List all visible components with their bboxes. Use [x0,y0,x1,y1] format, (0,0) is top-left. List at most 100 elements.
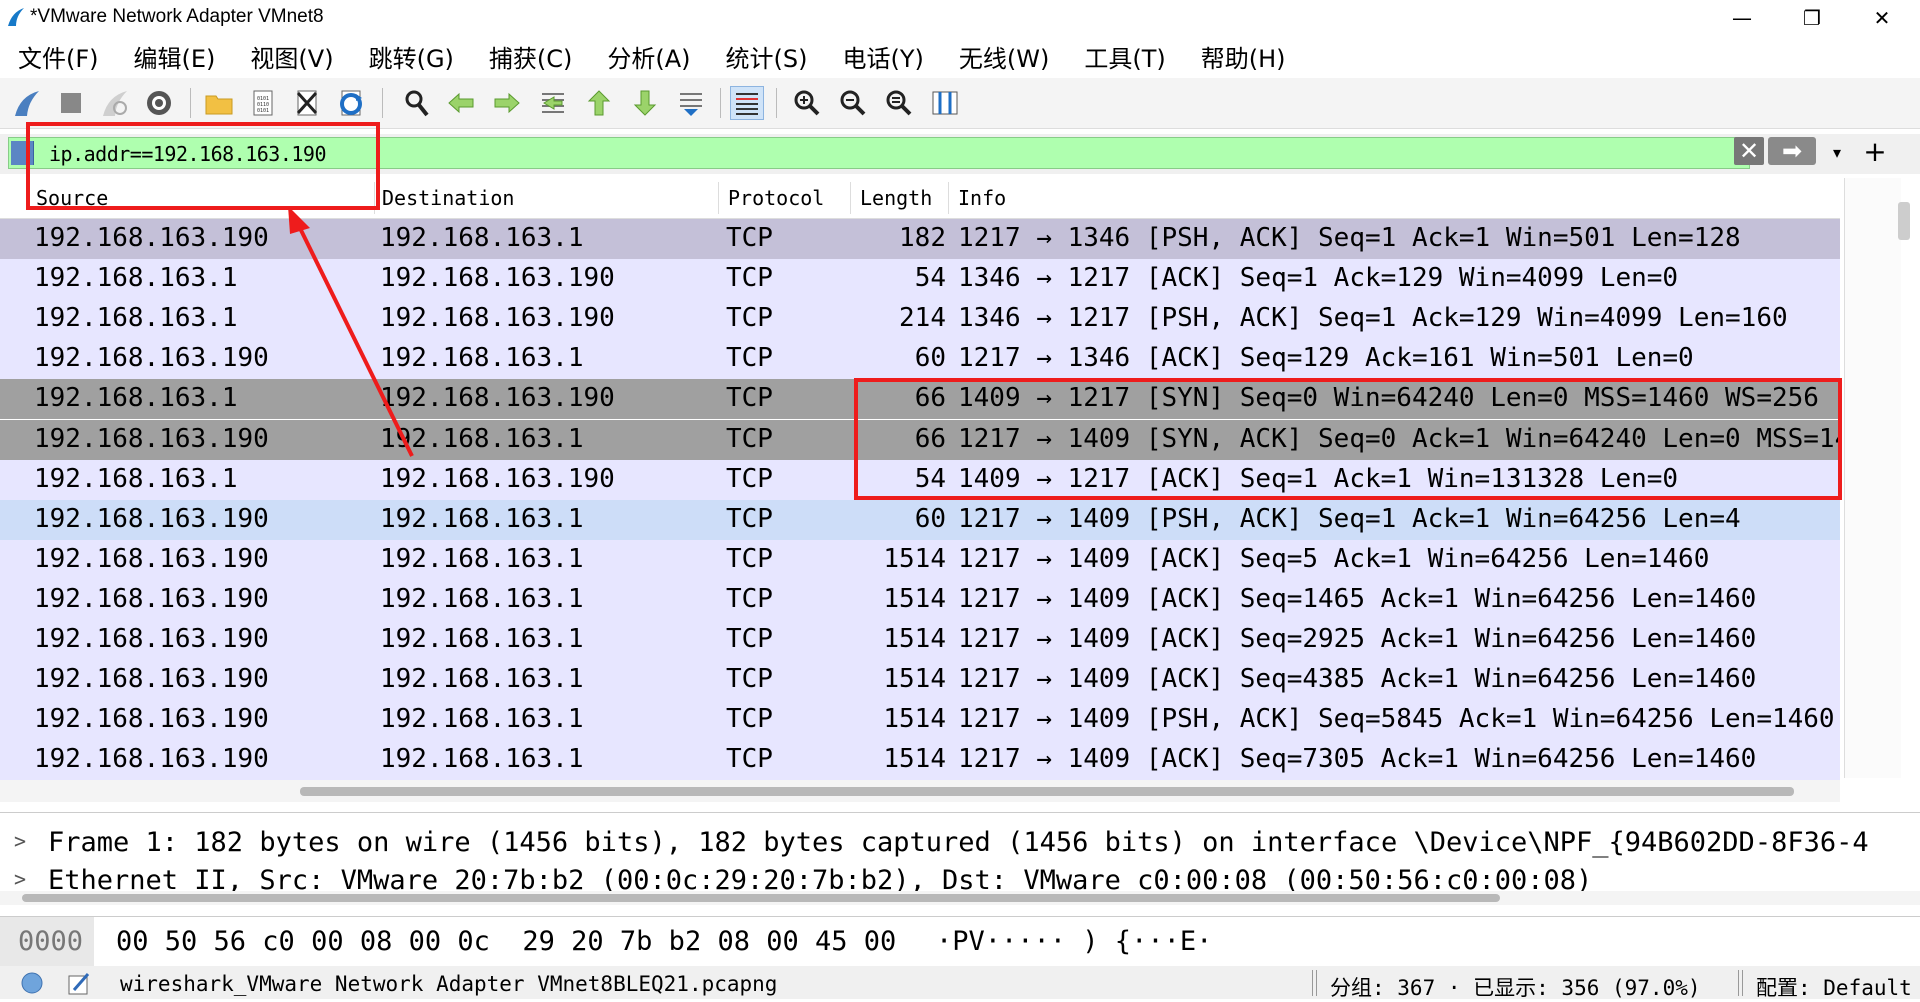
capture-comment-icon[interactable] [66,970,92,996]
resize-columns-icon[interactable] [928,86,962,120]
menu-view[interactable]: 视图(V) [250,39,333,74]
menu-tools[interactable]: 工具(T) [1084,39,1165,74]
column-protocol[interactable]: Protocol [728,186,824,216]
menu-capture[interactable]: 捕获(C) [489,39,572,74]
zoom-out-icon[interactable] [836,86,870,120]
reload-file-icon[interactable] [334,86,368,120]
cell-protocol: TCP [726,744,773,775]
open-file-icon[interactable] [202,86,236,120]
cell-source: 192.168.163.1 [34,303,238,334]
packet-row[interactable]: 192.168.163.190 192.168.163.1 TCP 182 1217 →… [0,219,1840,259]
bytes-ascii[interactable]: ·PV····· ) {···E· [936,926,1212,957]
cell-source: 192.168.163.190 [34,624,269,654]
wireshark-logo-icon [8,8,24,26]
detail-row-frame[interactable]: > Frame 1: 182 bytes on wire (1456 bits)… [0,827,1900,865]
clear-filter-button[interactable]: ✕ [1734,137,1764,165]
restart-capture-icon[interactable] [98,86,132,120]
go-to-packet-icon[interactable] [536,86,570,120]
minimize-button[interactable]: — [1712,0,1772,36]
menu-wireless[interactable]: 无线(W) [959,39,1049,74]
cell-protocol: TCP [726,503,773,534]
autoscroll-icon[interactable] [674,86,708,120]
go-first-icon[interactable] [582,86,616,120]
vertical-scroll-thumb[interactable] [1898,202,1910,240]
packet-row[interactable]: 192.168.163.190 192.168.163.1 TCP 60 1217 → … [0,339,1840,380]
expand-chevron-icon[interactable]: > [14,829,26,853]
column-destination[interactable]: Destination [382,186,514,216]
packet-list-horizontal-scrollbar[interactable] [0,780,1840,802]
horizontal-scroll-thumb[interactable] [300,787,1794,796]
cell-length: 60 [914,343,946,374]
stop-capture-icon[interactable] [54,86,88,120]
close-window-button[interactable]: ✕ [1852,0,1912,36]
status-divider [1738,970,1743,996]
detail-text: Frame 1: 182 bytes on wire (1456 bits), … [48,827,1869,858]
menu-analyze[interactable]: 分析(A) [607,39,690,74]
toolbar-separator [382,88,383,118]
capture-options-icon[interactable] [142,86,176,120]
maximize-button[interactable]: ❐ [1782,0,1842,36]
status-divider [1312,970,1317,996]
save-file-icon[interactable]: 0101 0110 0101 [246,86,280,120]
menu-file[interactable]: 文件(F) [18,39,99,74]
packet-bytes-pane: 0000 00 50 56 c0 00 08 00 0c 29 20 7b b2… [0,916,1920,968]
cell-info: 1217 → 1346 [PSH, ACK] Seq=1 Ack=1 Win=5… [958,223,1741,253]
details-scroll-thumb[interactable] [22,894,1500,902]
expand-chevron-icon[interactable]: > [14,867,26,891]
zoom-in-icon[interactable] [790,86,824,120]
packet-row[interactable]: 192.168.163.1 192.168.163.190 TCP 214 1346 →… [0,299,1840,340]
cell-destination: 192.168.163.1 [380,343,584,374]
packet-row[interactable]: 192.168.163.190 192.168.163.1 TCP 1514 1217 … [0,740,1840,781]
packet-row[interactable]: 192.168.163.190 192.168.163.1 TCP 1514 1217 … [0,660,1840,701]
menu-go[interactable]: 跳转(G) [369,39,454,74]
apply-filter-button[interactable]: ➡ [1768,137,1816,165]
cell-protocol: TCP [726,463,773,494]
bytes-hex[interactable]: 00 50 56 c0 00 08 00 0c 29 20 7b b2 08 0… [116,926,896,957]
packet-row[interactable]: 192.168.163.190 192.168.163.1 TCP 1514 1217 … [0,620,1840,660]
window-title: *VMware Network Adapter VMnet8 [30,6,324,27]
cell-destination: 192.168.163.190 [380,263,615,294]
cell-destination: 192.168.163.1 [380,744,584,775]
zoom-normal-icon[interactable] [882,86,916,120]
details-horizontal-scrollbar[interactable] [0,891,1920,905]
packet-row[interactable]: 192.168.163.190 192.168.163.1 TCP 1514 1217 … [0,579,1840,620]
cell-protocol: TCP [726,383,773,414]
status-profile[interactable]: 配置: Default [1756,972,1912,1002]
title-bar: *VMware Network Adapter VMnet8 — ❐ ✕ [0,0,1920,36]
filter-history-dropdown[interactable]: ▾ [1822,140,1852,166]
close-file-icon[interactable] [290,86,324,120]
cell-length: 1514 [883,624,946,654]
column-length[interactable]: Length [860,186,932,216]
cell-destination: 192.168.163.1 [380,583,584,614]
cell-length: 1514 [883,583,946,614]
go-last-icon[interactable] [628,86,662,120]
menu-telephony[interactable]: 电话(Y) [843,39,924,74]
cell-info: 1217 → 1409 [ACK] Seq=5 Ack=1 Win=64256 … [958,543,1710,574]
menu-edit[interactable]: 编辑(E) [134,39,216,74]
packet-row[interactable]: 192.168.163.1 192.168.163.190 TCP 54 1346 → … [0,259,1840,300]
column-info[interactable]: Info [958,186,1006,216]
packet-row[interactable]: 192.168.163.190 192.168.163.1 TCP 1514 1217 … [0,539,1840,580]
cell-protocol: TCP [726,263,773,294]
cell-protocol: TCP [726,624,773,654]
cell-protocol: TCP [726,543,773,574]
packet-row[interactable]: 192.168.163.190 192.168.163.1 TCP 60 1217 → … [0,499,1840,540]
start-capture-icon[interactable] [10,86,44,120]
find-packet-icon[interactable] [400,86,434,120]
menu-statistics[interactable]: 统计(S) [726,39,808,74]
go-back-icon[interactable] [444,86,478,120]
cell-destination: 192.168.163.1 [380,704,584,735]
packet-details-pane: > Frame 1: 182 bytes on wire (1456 bits)… [0,812,1920,905]
packet-list-vertical-scrollbar[interactable] [1840,178,1918,778]
colorize-icon[interactable] [730,86,764,120]
cell-length: 1514 [883,744,946,775]
cell-length: 54 [914,263,946,294]
go-forward-icon[interactable] [490,86,524,120]
add-filter-button[interactable]: + [1860,136,1890,168]
expert-info-icon[interactable] [20,971,44,995]
detail-row-ethernet[interactable]: > Ethernet II, Src: VMware_20:7b:b2 (00:… [0,865,1900,891]
menu-help[interactable]: 帮助(H) [1201,39,1286,74]
cell-source: 192.168.163.190 [34,503,269,534]
packet-row[interactable]: 192.168.163.190 192.168.163.1 TCP 1514 1217 … [0,700,1840,741]
cell-source: 192.168.163.190 [34,343,269,374]
